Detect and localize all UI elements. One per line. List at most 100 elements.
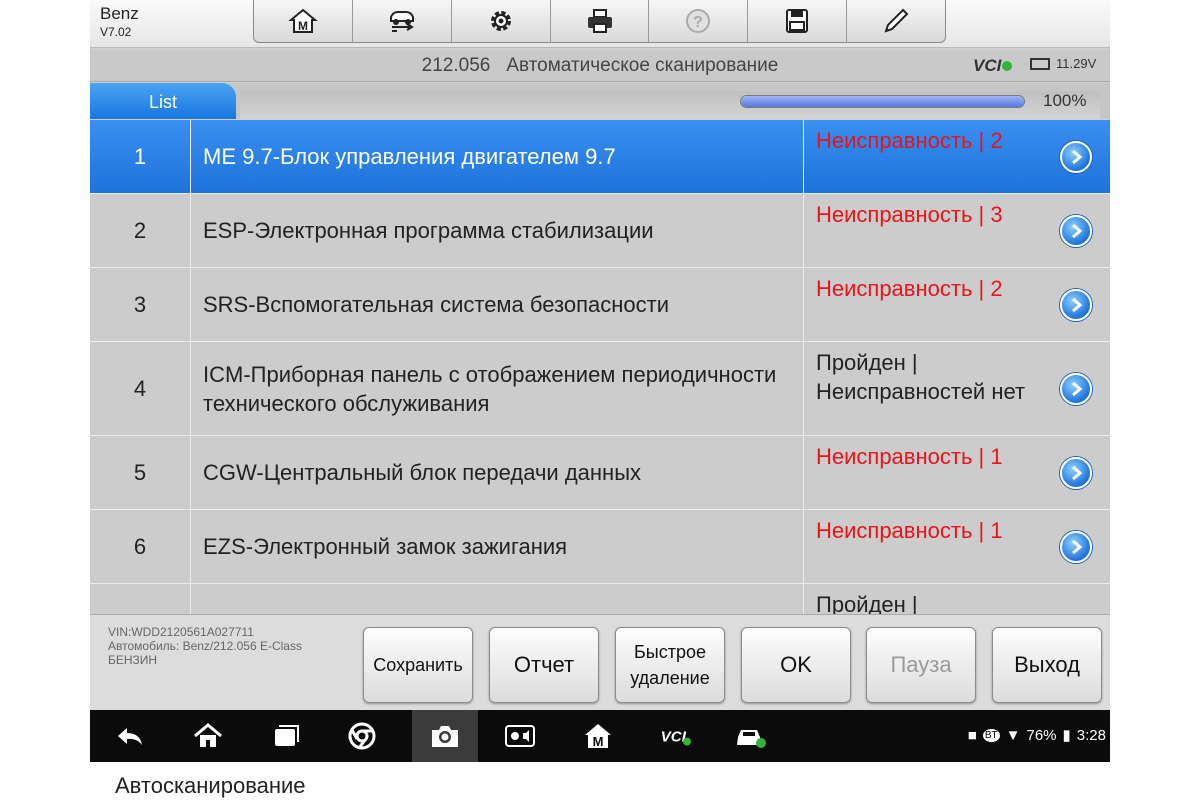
vci-app-button[interactable]: VCI (650, 718, 700, 754)
screenshot-button[interactable] (425, 718, 465, 754)
help-icon: ? (686, 9, 711, 33)
vci-status: VCI (973, 56, 1013, 76)
progress-percent: 100% (1043, 91, 1087, 110)
quick-erase-button[interactable]: Быстрое удаление (615, 627, 725, 703)
svg-text:M: M (593, 734, 604, 749)
status-text: Пройден | (816, 592, 918, 614)
chat-icon: ■ (967, 726, 977, 744)
system-name-text: SRS-Вспомогательная система безопасности (203, 292, 669, 317)
home-m-icon: M (585, 724, 611, 749)
list-row[interactable]: 4 ICM-Приборная панель с отображением пер… (90, 342, 1110, 436)
status-text: Неисправность | 2 (816, 276, 1003, 301)
system-name: SRS-Вспомогательная система безопасности (191, 268, 804, 341)
back-button[interactable] (110, 718, 150, 754)
title-bar: 212.056 Автоматическое сканирование VCI 1… (90, 50, 1110, 82)
system-name: ESP-Электронная программа стабилизации (191, 194, 804, 267)
page-title: 212.056 Автоматическое сканирование (90, 55, 1110, 77)
pause-button[interactable]: Пауза (866, 627, 976, 703)
home-icon: M (288, 8, 318, 33)
ok-button[interactable]: OK (741, 627, 851, 703)
display-settings-button[interactable] (500, 718, 540, 754)
chevron-right-icon[interactable] (1060, 456, 1092, 489)
chevron-right-icon[interactable] (1060, 214, 1092, 247)
report-button[interactable]: Отчет (489, 627, 599, 703)
camera-icon (432, 726, 458, 747)
vehicle-info: VIN:WDD2120561A027711 Автомобиль: Benz/2… (108, 625, 348, 667)
list-row[interactable]: 6 EZS-Электронный замок зажигания Неисправ… (90, 510, 1110, 584)
scan-status: Пройден | Неисправностей нет (804, 342, 1110, 435)
row-number: 5 (90, 436, 191, 509)
system-name (191, 584, 804, 614)
bottom-panel: VIN:WDD2120561A027711 Автомобиль: Benz/2… (90, 614, 1110, 710)
save-toolbar-button[interactable] (748, 0, 848, 42)
progress-fill (741, 96, 1024, 107)
image-caption: Автосканирование (115, 773, 306, 798)
scan-status: Неисправность | 1 (804, 510, 1110, 583)
vci-icon: VCI (661, 729, 691, 746)
home-button[interactable]: M (254, 0, 353, 42)
scan-progress-bar (740, 95, 1025, 108)
status-bar: ■ BT ▼ 76% ▮ 3:28 (967, 726, 1106, 745)
row-number: 6 (90, 510, 191, 583)
page-title-text: Автоматическое сканирование (506, 55, 779, 76)
battery-icon: ▮ (1062, 727, 1071, 744)
recent-apps-button[interactable] (266, 718, 306, 754)
clock: 3:28 (1076, 726, 1106, 744)
top-toolbar: Benz V7.02 M ? (90, 0, 1110, 48)
status-text: Пройден | Неисправностей нет (816, 350, 1026, 404)
system-name: EZS-Электронный замок зажигания (191, 510, 804, 583)
exit-button[interactable]: Выход (992, 627, 1102, 703)
system-nav-bar: M VCI ■ BT ▼ 76% ▮ 3:28 (90, 710, 1110, 762)
list-row[interactable]: 5 CGW-Центральный блок передачи данных Неи… (90, 436, 1110, 510)
chrome-button[interactable] (342, 718, 382, 754)
list-row[interactable]: 2 ESP-Электронная программа стабилизации Н… (90, 194, 1110, 268)
scan-status: Неисправность | 2 (804, 268, 1110, 341)
home-app-button[interactable]: M (578, 718, 618, 754)
save-button[interactable]: Сохранить (363, 627, 473, 703)
scan-status: Неисправность | 2 (804, 120, 1110, 193)
battery-voltage: 11.29V (1030, 56, 1096, 71)
system-name: CGW-Центральный блок передачи данных (191, 436, 804, 509)
bluetooth-icon: BT (982, 728, 1000, 742)
car-icon (737, 730, 766, 748)
svg-text:?: ? (693, 14, 703, 31)
brightness-volume-icon (505, 725, 535, 747)
print-button[interactable] (551, 0, 650, 42)
status-text: Неисправность | 2 (816, 128, 1003, 153)
list-row[interactable]: Пройден | (90, 584, 1110, 614)
app-name: Benz (100, 4, 139, 23)
list-row[interactable]: 1 ME 9.7-Блок управления двигателем 9.7 Не… (90, 120, 1110, 194)
model-code: 212.056 (421, 55, 491, 76)
scan-status: Неисправность | 3 (804, 194, 1110, 267)
system-list[interactable]: 1 ME 9.7-Блок управления двигателем 9.7 Не… (90, 120, 1110, 614)
system-name: ME 9.7-Блок управления двигателем 9.7 (191, 120, 804, 193)
voltage-value: 11.29V (1056, 56, 1097, 71)
vehicle-swap-button[interactable] (353, 0, 452, 42)
chevron-right-icon[interactable] (1060, 288, 1092, 321)
app-version: V7.02 (100, 25, 132, 39)
settings-button[interactable] (452, 0, 551, 42)
recent-apps-icon (275, 725, 299, 746)
chevron-right-icon[interactable] (1060, 530, 1092, 563)
vin-text: VIN:WDD2120561A027711 (108, 625, 254, 639)
toolbar-button-group: M ? (253, 0, 946, 43)
vehicle-app-button[interactable] (730, 718, 770, 754)
system-name-text: ME 9.7-Блок управления двигателем 9.7 (203, 144, 616, 169)
vci-label: VCI (973, 56, 1002, 75)
row-number: 1 (90, 120, 191, 193)
chevron-right-icon[interactable] (1060, 140, 1092, 173)
row-number: 3 (90, 268, 191, 341)
row-number (90, 584, 191, 614)
tab-list[interactable]: List (90, 83, 236, 119)
tablet-screen: Benz V7.02 M ? 212.056 Автоматическое ск… (90, 0, 1110, 762)
chevron-right-icon[interactable] (1060, 372, 1092, 405)
home-nav-button[interactable] (188, 718, 228, 754)
scan-status: Неисправность | 1 (804, 436, 1110, 509)
help-button[interactable]: ? (649, 0, 749, 42)
battery-level: 76% (1026, 726, 1057, 744)
edit-button[interactable] (847, 0, 945, 42)
list-row[interactable]: 3 SRS-Вспомогательная система безопасност… (90, 268, 1110, 342)
svg-text:VCI: VCI (661, 729, 687, 746)
status-text: Неисправность | 1 (816, 518, 1003, 543)
tab-row: List 100% (90, 83, 1110, 119)
